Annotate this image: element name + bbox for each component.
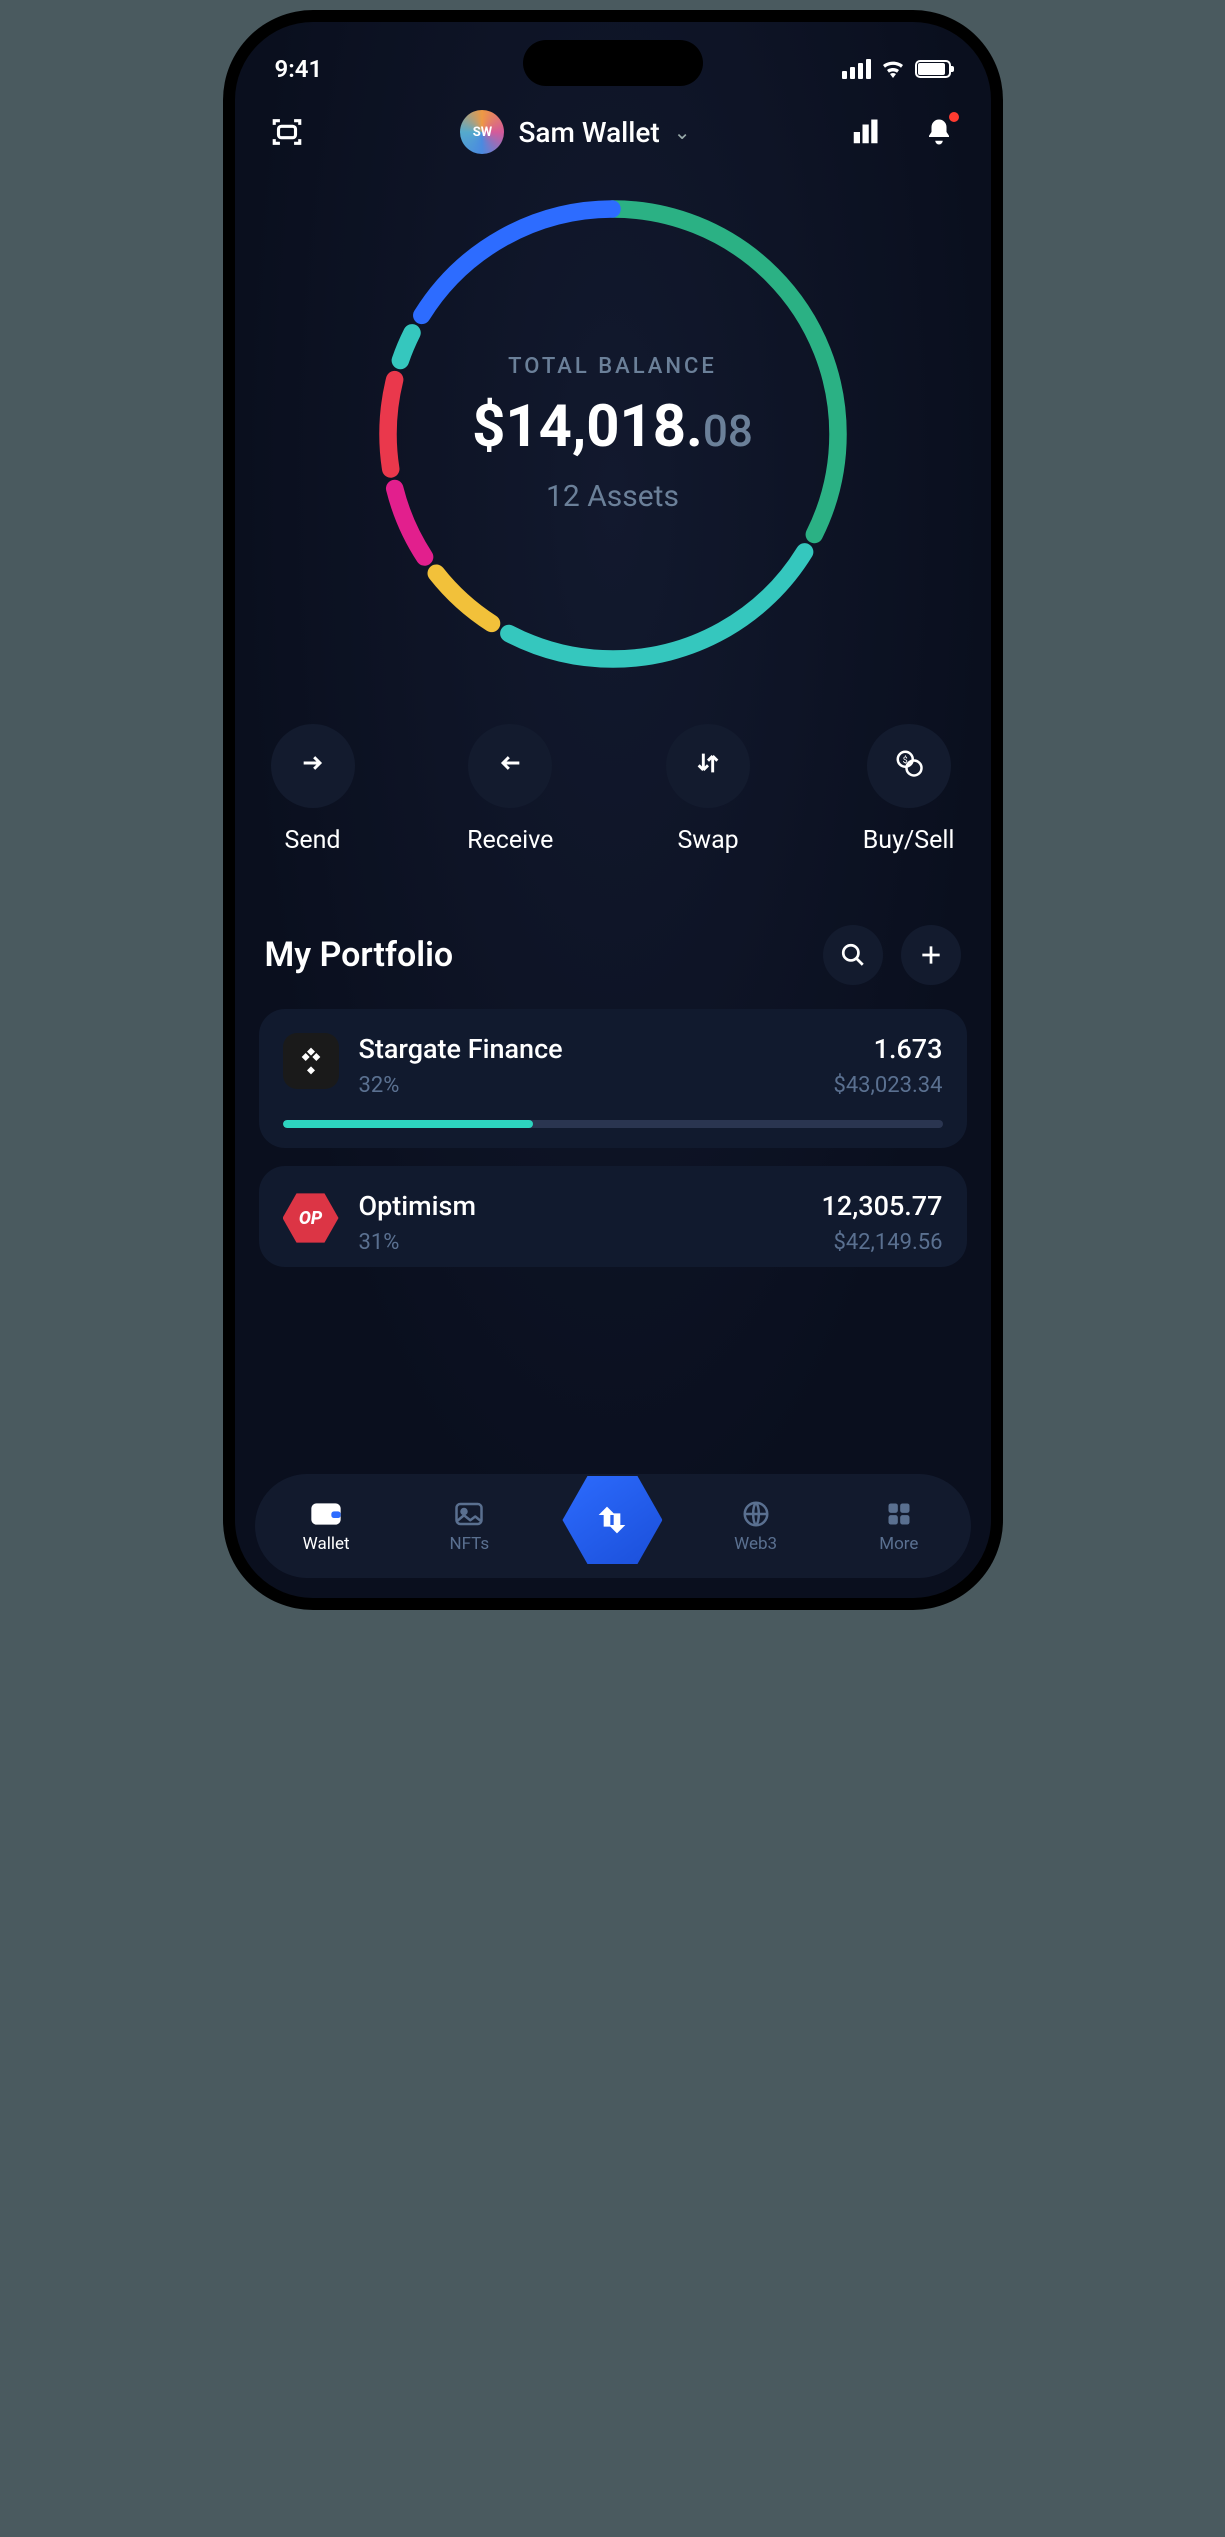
status-time: 9:41 <box>275 55 323 83</box>
asset-value: $43,023.34 <box>833 1073 942 1098</box>
nav-nfts[interactable]: NFTs <box>419 1498 519 1554</box>
allocation-bar <box>283 1120 943 1128</box>
stats-icon[interactable] <box>843 110 887 154</box>
arrow-left-icon <box>496 749 524 784</box>
dynamic-island <box>523 40 703 86</box>
swap-button[interactable]: Swap <box>666 724 750 855</box>
total-balance-amount: $14,018.08 <box>472 393 753 461</box>
arrow-right-icon <box>299 749 327 784</box>
asset-pct: 31% <box>359 1230 802 1255</box>
coin-icon-stargate <box>283 1033 339 1089</box>
portfolio-card[interactable]: OP Optimism 31% 12,305.77 $42,149.56 <box>259 1166 967 1267</box>
asset-name: Stargate Finance <box>359 1033 814 1065</box>
status-right <box>842 59 951 79</box>
swap-label: Swap <box>677 826 738 855</box>
nav-more-label: More <box>879 1534 918 1554</box>
coin-icon-optimism: OP <box>283 1190 339 1246</box>
add-button[interactable] <box>901 925 961 985</box>
bell-icon[interactable] <box>917 110 961 154</box>
nav-web3-label: Web3 <box>734 1534 777 1554</box>
receive-button[interactable]: Receive <box>467 724 553 855</box>
nav-nfts-label: NFTs <box>449 1534 489 1554</box>
coins-icon: $ <box>894 748 924 785</box>
asset-amount: 12,305.77 <box>822 1190 943 1222</box>
nav-wallet-label: Wallet <box>303 1534 350 1554</box>
wallet-name: Sam Wallet <box>518 116 659 149</box>
grid-icon <box>881 1498 917 1530</box>
notification-badge <box>947 110 961 124</box>
search-icon <box>840 942 866 968</box>
phone-screen: 9:41 SW Sam Wallet ⌄ <box>235 22 991 1598</box>
wifi-icon <box>881 60 905 78</box>
total-balance-label: TOTAL BALANCE <box>508 354 717 379</box>
asset-value: $42,149.56 <box>822 1230 943 1255</box>
search-button[interactable] <box>823 925 883 985</box>
send-button[interactable]: Send <box>271 724 355 855</box>
buysell-label: Buy/Sell <box>863 826 955 855</box>
chevron-down-icon: ⌄ <box>674 120 691 144</box>
wallet-icon <box>308 1498 344 1530</box>
balance-center: TOTAL BALANCE $14,018.08 12 Assets <box>363 184 863 684</box>
cellular-icon <box>842 59 871 79</box>
wallet-selector[interactable]: SW Sam Wallet ⌄ <box>460 110 690 154</box>
bottom-nav: Wallet NFTs Web3 More <box>255 1474 971 1578</box>
nav-web3[interactable]: Web3 <box>706 1498 806 1554</box>
swap-icon <box>694 749 722 784</box>
receive-label: Receive <box>467 826 553 855</box>
asset-count: 12 Assets <box>546 479 679 514</box>
nav-more[interactable]: More <box>849 1498 949 1554</box>
balance-donut-chart: TOTAL BALANCE $14,018.08 12 Assets <box>363 184 863 684</box>
battery-icon <box>915 60 951 78</box>
swap-icon <box>592 1500 632 1540</box>
top-nav: SW Sam Wallet ⌄ <box>235 92 991 164</box>
action-row: Send Receive Swap $ Buy/Sell <box>235 684 991 865</box>
buysell-button[interactable]: $ Buy/Sell <box>863 724 955 855</box>
svg-text:$: $ <box>902 755 907 766</box>
phone-frame: 9:41 SW Sam Wallet ⌄ <box>223 10 1003 1610</box>
portfolio-card[interactable]: Stargate Finance 32% 1.673 $43,023.34 <box>259 1009 967 1148</box>
asset-amount: 1.673 <box>833 1033 942 1065</box>
portfolio-header: My Portfolio <box>235 865 991 1009</box>
asset-name: Optimism <box>359 1190 802 1222</box>
image-icon <box>451 1498 487 1530</box>
plus-icon <box>918 942 944 968</box>
send-label: Send <box>284 826 340 855</box>
scan-icon[interactable] <box>265 110 309 154</box>
wallet-avatar: SW <box>460 110 504 154</box>
nav-wallet[interactable]: Wallet <box>276 1498 376 1554</box>
asset-pct: 32% <box>359 1073 814 1098</box>
globe-icon <box>738 1498 774 1530</box>
nav-center-action[interactable] <box>562 1470 662 1570</box>
portfolio-title: My Portfolio <box>265 935 454 975</box>
